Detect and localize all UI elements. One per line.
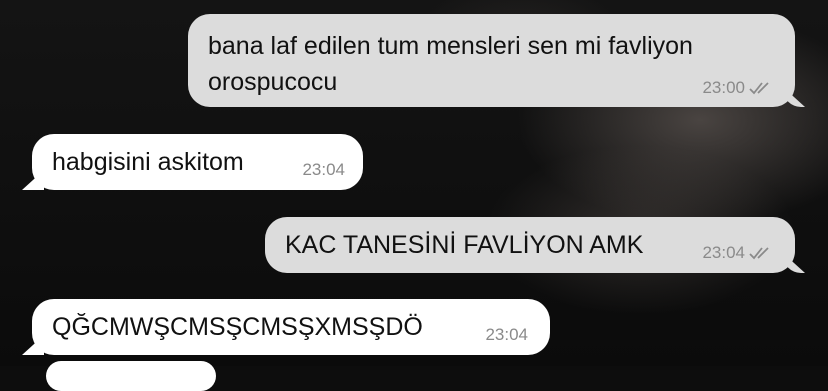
double-check-icon [749,247,769,260]
message-text: habgisini askitom [52,148,244,176]
message-meta: 23:04 [702,243,773,263]
message-time: 23:04 [485,325,528,344]
message-meta: 23:04 [302,160,345,180]
message-bubble-incoming[interactable]: QĞCMWŞCMSŞCMSŞXMSŞDÖ 23:04 [32,299,550,355]
message-meta: 23:04 [485,325,528,345]
message-bubble-outgoing[interactable]: KAC TANESİNİ FAVLİYON AMK 23:04 [265,217,795,273]
message-text-line: orospucocu [208,68,338,96]
double-check-icon [749,82,769,95]
message-time: 23:04 [702,243,745,262]
message-text: KAC TANESİNİ FAVLİYON AMK [285,231,644,259]
message-text-line: bana laf edilen tum mensleri sen mi favl… [208,32,693,60]
message-bubble-outgoing[interactable]: bana laf edilen tum mensleri sen mi favl… [188,14,795,107]
message-time: 23:04 [302,160,345,179]
message-text: QĞCMWŞCMSŞCMSŞXMSŞDÖ [52,313,423,341]
message-meta: 23:00 [702,78,773,98]
message-bubble-incoming[interactable]: habgisini askitom 23:04 [32,134,363,190]
message-time: 23:00 [702,78,745,97]
